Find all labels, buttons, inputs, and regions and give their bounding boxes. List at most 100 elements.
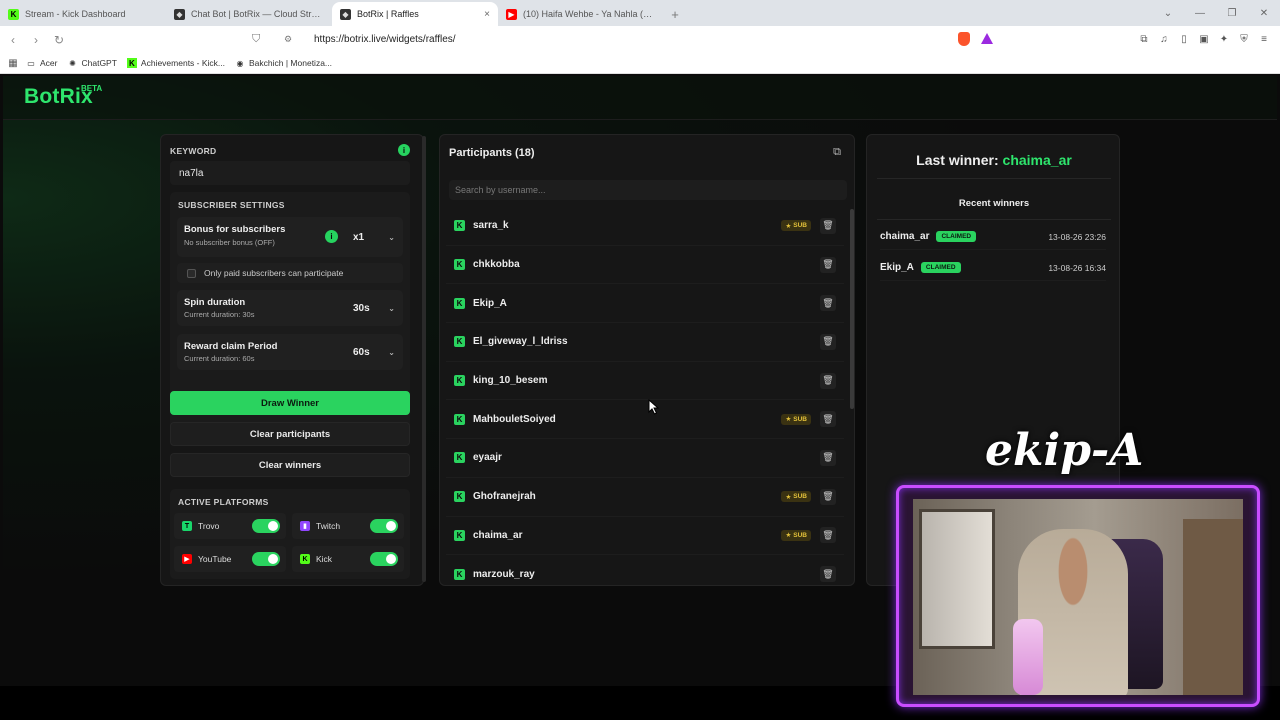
back-icon[interactable]: ‹: [3, 30, 23, 50]
participant-row: Kmarzouk_ray 🗑: [446, 555, 844, 585]
tab-label: Chat Bot | BotRix — Cloud Streaming: [191, 9, 324, 19]
sub-badge: ★ SUB: [781, 413, 811, 425]
participant-name: sarra_k: [473, 220, 509, 232]
copy-icon[interactable]: ⧉: [829, 144, 845, 160]
bonus-multiplier-select[interactable]: x1 ⌄: [353, 227, 395, 247]
trash-icon[interactable]: 🗑: [820, 333, 836, 350]
trash-icon[interactable]: 🗑: [820, 217, 836, 234]
kick-toggle[interactable]: [370, 552, 398, 566]
star-icon: ★: [785, 532, 792, 540]
site-info-icon[interactable]: ⚙: [284, 34, 300, 45]
apps-grid-icon[interactable]: ▦: [0, 58, 26, 69]
reward-claim-select[interactable]: 60s ⌄: [353, 342, 395, 362]
brave-rewards-icon[interactable]: [981, 33, 993, 44]
tab-kick-dashboard[interactable]: K Stream - Kick Dashboard: [0, 2, 166, 26]
address-bar[interactable]: ⛉ ⚙ https://botrix.live/widgets/raffles/: [252, 29, 998, 50]
trash-icon[interactable]: 🗑: [820, 372, 836, 389]
paid-subscribers-only-row[interactable]: Only paid subscribers can participate: [177, 263, 403, 283]
winner-row: Ekip_A CLAIMED 13-08-26 16:34: [880, 255, 1106, 281]
folder-icon: ▭: [27, 58, 35, 68]
claimed-badge: CLAIMED: [920, 262, 961, 273]
spin-duration-title: Spin duration: [184, 297, 246, 308]
participant-row: K Ghofranejrah ★ SUB 🗑: [446, 478, 844, 517]
kick-icon: K: [454, 529, 465, 541]
tab-search-icon[interactable]: ⌄: [1152, 0, 1184, 26]
draw-winner-button[interactable]: Draw Winner: [170, 391, 410, 415]
maximize-icon[interactable]: ❐: [1216, 0, 1248, 26]
sidebar-icon[interactable]: ▯: [1176, 29, 1192, 50]
bookmark-bakchich[interactable]: ◉ Bakchich | Monetiza...: [235, 58, 333, 68]
participant-name: king_10_besem: [473, 375, 548, 387]
settings-scrollbar[interactable]: [422, 136, 426, 582]
bookmark-achievements-kick[interactable]: K Achievements - Kick...: [126, 58, 225, 68]
platform-twitch: ▮ Twitch: [292, 513, 404, 539]
menu-icon[interactable]: ≡: [1256, 29, 1272, 50]
bookmark-acer[interactable]: ▭ Acer: [26, 58, 57, 68]
participant-name: chaima_ar: [473, 529, 523, 541]
leo-icon[interactable]: ✦: [1216, 29, 1232, 50]
participant-row: Keyaajr 🗑: [446, 439, 844, 478]
last-winner-name: chaima_ar: [1002, 152, 1072, 168]
trovo-icon: T: [182, 521, 192, 531]
keyword-input[interactable]: na7la: [170, 161, 410, 185]
bonus-title: Bonus for subscribers: [184, 224, 286, 235]
paid-subscribers-label: Only paid subscribers can participate: [204, 268, 344, 278]
minimize-icon[interactable]: —: [1184, 0, 1216, 26]
url-text[interactable]: https://botrix.live/widgets/raffles/: [314, 34, 456, 45]
twitch-icon: ▮: [300, 521, 310, 531]
kick-icon: K: [454, 375, 465, 387]
new-tab-button[interactable]: +: [664, 2, 686, 26]
webcam-frame: [896, 485, 1260, 707]
close-window-icon[interactable]: ✕: [1248, 0, 1280, 26]
kick-icon: K: [454, 297, 465, 309]
chevron-down-icon: ⌄: [388, 232, 395, 242]
trash-icon[interactable]: 🗑: [820, 256, 836, 273]
media-icon[interactable]: ♫: [1156, 29, 1172, 50]
tab-youtube[interactable]: ▶ (10) Haifa Wehbe - Ya Nahla (Official: [498, 2, 664, 26]
platform-kick: K Kick: [292, 546, 404, 572]
wallet-icon[interactable]: ▣: [1196, 29, 1212, 50]
trash-icon[interactable]: 🗑: [820, 411, 836, 428]
brave-shield-icon[interactable]: [958, 32, 970, 46]
tab-label: Stream - Kick Dashboard: [25, 9, 126, 19]
reward-claim-description: Current duration: 60s: [184, 354, 255, 363]
divider: [877, 178, 1111, 179]
participant-search-input[interactable]: Search by username...: [449, 180, 847, 200]
chevron-down-icon: ⌄: [388, 303, 395, 313]
tab-botrix-chatbot[interactable]: ◆ Chat Bot | BotRix — Cloud Streaming: [166, 2, 332, 26]
platform-trovo: T Trovo: [174, 513, 286, 539]
forward-icon[interactable]: ›: [26, 30, 46, 50]
bonus-info-icon[interactable]: i: [325, 230, 338, 243]
window-controls: ⌄ — ❐ ✕: [1152, 0, 1280, 26]
keyword-label: KEYWORD: [170, 146, 217, 156]
clear-winners-button[interactable]: Clear winners: [170, 453, 410, 477]
app-header: BotRix BETA: [3, 76, 1277, 120]
spin-duration-select[interactable]: 30s ⌄: [353, 298, 395, 318]
webcam-feed: [913, 499, 1243, 695]
trash-icon[interactable]: 🗑: [820, 527, 836, 544]
trash-icon[interactable]: 🗑: [820, 488, 836, 505]
reload-icon[interactable]: ↻: [49, 30, 69, 50]
active-platforms: ACTIVE PLATFORMS T Trovo ▮ Twitch ▶ YouT…: [170, 489, 410, 579]
vpn-icon[interactable]: ⛨: [1236, 29, 1252, 50]
paid-subscribers-checkbox[interactable]: [187, 268, 196, 278]
youtube-toggle[interactable]: [252, 552, 280, 566]
trash-icon[interactable]: 🗑: [820, 295, 836, 312]
participants-scrollbar[interactable]: [850, 209, 854, 409]
bookmark-chatgpt[interactable]: ✺ ChatGPT: [67, 58, 117, 68]
participant-row: K Ekip_A 🗑: [446, 284, 844, 324]
close-tab-icon[interactable]: ×: [484, 9, 490, 20]
extensions-icon[interactable]: ⧉: [1136, 29, 1152, 50]
trash-icon[interactable]: 🗑: [820, 449, 836, 466]
clear-participants-button[interactable]: Clear participants: [170, 422, 410, 446]
kick-icon: K: [454, 220, 465, 232]
kick-icon: K: [454, 452, 465, 464]
twitch-toggle[interactable]: [370, 519, 398, 533]
keyword-info-icon[interactable]: i: [398, 144, 410, 156]
trash-icon[interactable]: 🗑: [820, 566, 836, 583]
tab-botrix-raffles[interactable]: ◆ BotRix | Raffles ×: [332, 2, 498, 26]
bookmark-icon[interactable]: ⛉: [252, 33, 260, 46]
divider: [877, 219, 1111, 220]
trovo-toggle[interactable]: [252, 519, 280, 533]
claimed-badge: CLAIMED: [936, 231, 977, 242]
